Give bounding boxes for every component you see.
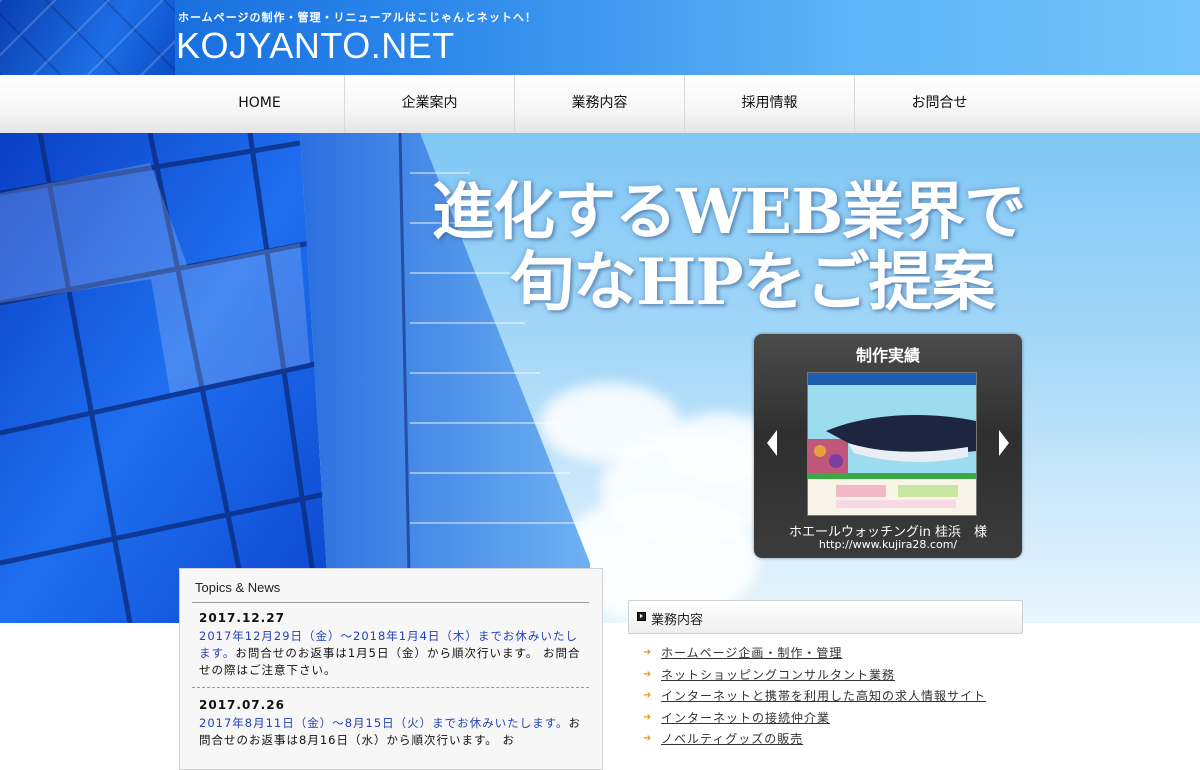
arrow-right-icon: ➜ bbox=[643, 733, 652, 745]
news-item: 2017.07.26 2017年8月11日（金）〜8月15日（火）までお休みいた… bbox=[199, 697, 585, 749]
news-date: 2017.07.26 bbox=[199, 698, 285, 712]
topics-news-box: Topics & News 2017.12.27 2017年12月29日（金）〜… bbox=[179, 568, 603, 770]
services-title: 業務内容 bbox=[651, 613, 704, 628]
list-item: ➜ ノベルティグッズの販売 bbox=[643, 728, 986, 750]
play-square-icon bbox=[637, 612, 646, 621]
slider-prev-icon[interactable] bbox=[767, 430, 777, 456]
nav-recruit[interactable]: 採用情報 bbox=[685, 75, 855, 133]
service-link[interactable]: インターネットと携帯を利用した高知の求人情報サイト bbox=[661, 687, 986, 704]
news-date: 2017.12.27 bbox=[199, 611, 285, 625]
topics-title: Topics & News bbox=[195, 580, 281, 595]
works-thumbnail[interactable] bbox=[807, 372, 977, 516]
nav-services[interactable]: 業務内容 bbox=[515, 75, 685, 133]
news-body: お問合せのお返事は1月5日（金）から順次行います。 お問合せの際はご注意下さい。 bbox=[199, 646, 581, 677]
service-link[interactable]: ノベルティグッズの販売 bbox=[661, 730, 803, 747]
site-tagline: ホームページの制作・管理・リニューアルはこじゃんとネットへ！ bbox=[178, 11, 537, 24]
topics-divider bbox=[192, 602, 589, 603]
list-item: ➜ ネットショッピングコンサルタント業務 bbox=[643, 664, 986, 686]
works-url[interactable]: http://www.kujira28.com/ bbox=[754, 538, 1022, 551]
header-building-image bbox=[0, 0, 175, 75]
list-item: ➜ インターネットの接続仲介業 bbox=[643, 707, 986, 729]
nav-home[interactable]: HOME bbox=[175, 75, 345, 133]
site-header: ホームページの制作・管理・リニューアルはこじゃんとネットへ！ KOJYANTO.… bbox=[0, 0, 1200, 75]
services-header: 業務内容 bbox=[628, 600, 1023, 634]
services-list: ➜ ホームページ企画・制作・管理 ➜ ネットショッピングコンサルタント業務 ➜ インタ… bbox=[643, 642, 986, 750]
service-link[interactable]: インターネットの接続仲介業 bbox=[661, 709, 830, 726]
service-link[interactable]: ホームページ企画・制作・管理 bbox=[661, 644, 842, 661]
news-highlight: 2017年8月11日（金）〜8月15日（火）までお休みいたします。 bbox=[199, 716, 569, 730]
arrow-right-icon: ➜ bbox=[643, 668, 652, 680]
news-item: 2017.12.27 2017年12月29日（金）〜2018年1月4日（木）まで… bbox=[199, 610, 585, 679]
nav-company[interactable]: 企業案内 bbox=[345, 75, 515, 133]
arrow-right-icon: ➜ bbox=[643, 690, 652, 702]
hero-headline-line2: 旬なHPをご提案 bbox=[510, 245, 996, 320]
site-logo[interactable]: KOJYANTO.NET bbox=[176, 25, 455, 67]
news-divider bbox=[192, 687, 589, 688]
works-slider: 制作実績 ホエールウォッチングin 桂浜 様 http://www.kujira… bbox=[754, 334, 1022, 558]
service-link[interactable]: ネットショッピングコンサルタント業務 bbox=[661, 666, 895, 683]
list-item: ➜ ホームページ企画・制作・管理 bbox=[643, 642, 986, 664]
arrow-right-icon: ➜ bbox=[643, 647, 652, 659]
works-title: 制作実績 bbox=[855, 346, 920, 365]
arrow-right-icon: ➜ bbox=[643, 711, 652, 723]
global-nav: HOME 企業案内 業務内容 採用情報 お問合せ bbox=[0, 75, 1200, 134]
list-item: ➜ インターネットと携帯を利用した高知の求人情報サイト bbox=[643, 685, 986, 707]
slider-next-icon[interactable] bbox=[999, 430, 1009, 456]
nav-contact[interactable]: お問合せ bbox=[855, 75, 1024, 133]
